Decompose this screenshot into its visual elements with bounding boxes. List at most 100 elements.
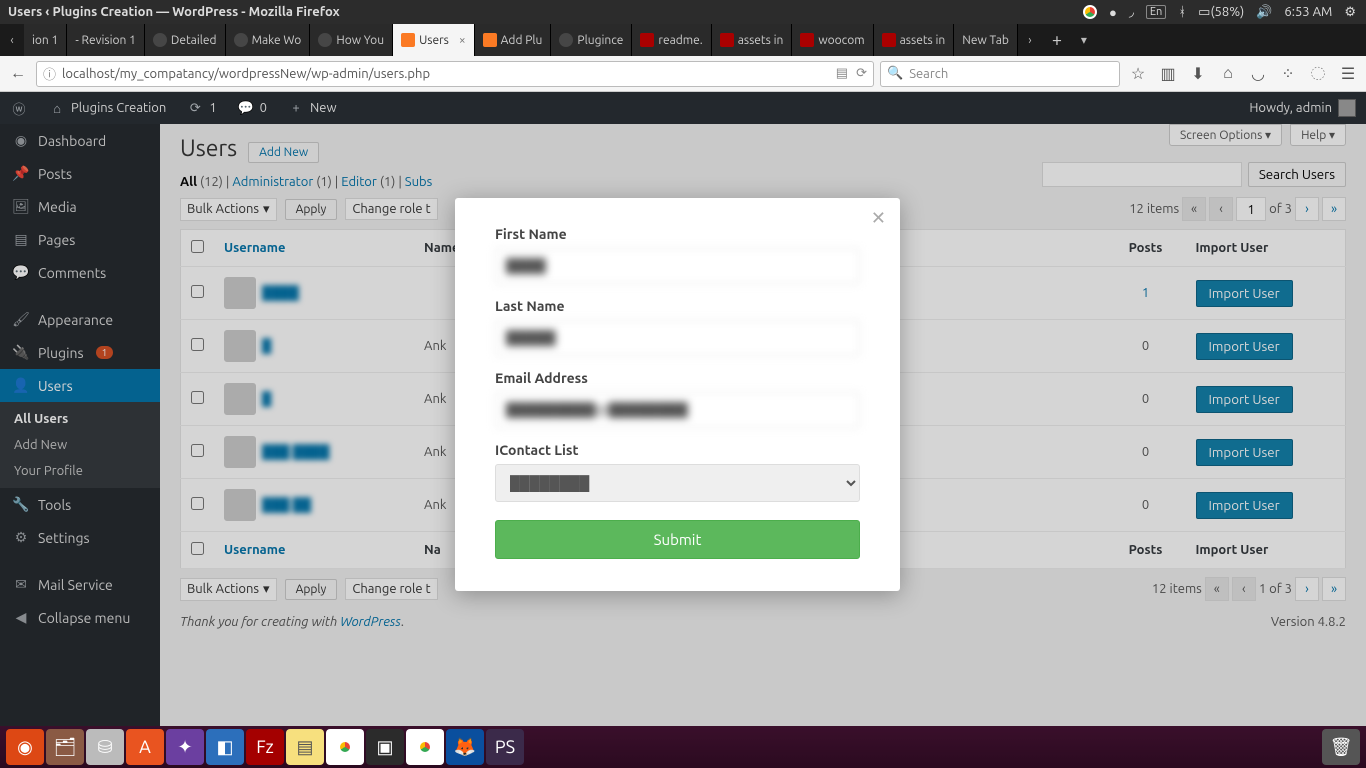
updates[interactable]: ⟳1 bbox=[176, 92, 226, 124]
import-user-button[interactable]: Import User bbox=[1196, 280, 1293, 307]
browser-tab-active[interactable]: Users× bbox=[393, 24, 475, 56]
browser-tab[interactable]: New Tab bbox=[954, 24, 1018, 56]
disk-icon[interactable]: ⛁ bbox=[86, 729, 124, 765]
firefox-icon[interactable]: 🦊 bbox=[446, 729, 484, 765]
dash-icon[interactable]: ◉ bbox=[6, 729, 44, 765]
sidebar-item-plugins[interactable]: 🔌Plugins1 bbox=[0, 336, 160, 369]
home-icon[interactable]: ⌂ bbox=[1216, 62, 1240, 86]
sidebar-collapse[interactable]: ◀Collapse menu bbox=[0, 601, 160, 634]
import-user-button[interactable]: Import User bbox=[1196, 492, 1293, 519]
row-checkbox[interactable] bbox=[191, 391, 204, 404]
browser-tab[interactable]: readme. bbox=[632, 24, 711, 56]
pocket-icon[interactable]: ◡ bbox=[1246, 62, 1270, 86]
sidebar-item-mail-service[interactable]: ✉Mail Service bbox=[0, 568, 160, 601]
import-user-button[interactable]: Import User bbox=[1196, 333, 1293, 360]
first-page-button[interactable]: « bbox=[1182, 197, 1206, 221]
icontact-list-select[interactable]: ████████ bbox=[495, 464, 860, 502]
sidebar-item-tools[interactable]: 🔧Tools bbox=[0, 488, 160, 521]
sidebar-item-pages[interactable]: ▤Pages bbox=[0, 223, 160, 256]
screen-options-button[interactable]: Screen Options ▾ bbox=[1169, 124, 1282, 146]
change-role-select[interactable]: Change role t bbox=[345, 198, 437, 220]
battery-icon[interactable]: ▭ (58%) bbox=[1198, 5, 1244, 20]
next-page-button[interactable]: › bbox=[1295, 197, 1319, 221]
col-posts[interactable]: Posts bbox=[1106, 230, 1186, 267]
addon-icon[interactable]: ◌ bbox=[1306, 62, 1330, 86]
site-name[interactable]: ⌂Plugins Creation bbox=[38, 92, 176, 124]
back-button[interactable]: ← bbox=[6, 62, 30, 86]
browser-tab[interactable]: ion 1 bbox=[24, 24, 67, 56]
gear-icon[interactable]: ⚙ bbox=[1344, 5, 1356, 20]
sidebar-item-dashboard[interactable]: ◉Dashboard bbox=[0, 124, 160, 157]
import-user-button[interactable]: Import User bbox=[1196, 386, 1293, 413]
search-users-button[interactable]: Search Users bbox=[1248, 162, 1346, 187]
select-all-checkbox[interactable] bbox=[191, 240, 204, 253]
tabs-dropdown[interactable]: ▾ bbox=[1072, 24, 1096, 56]
wp-logo[interactable]: ⓦ bbox=[0, 92, 38, 124]
chrome-icon[interactable] bbox=[1083, 5, 1097, 19]
browser-tab[interactable]: assets in bbox=[874, 24, 955, 56]
import-user-button[interactable]: Import User bbox=[1196, 439, 1293, 466]
page-number-input[interactable] bbox=[1236, 197, 1266, 221]
sidebar-item-appearance[interactable]: 🖌Appearance bbox=[0, 303, 160, 336]
search-bar[interactable]: 🔍 Search bbox=[880, 61, 1120, 87]
sidebar-subitem-all-users[interactable]: All Users bbox=[0, 406, 160, 432]
sidebar-item-posts[interactable]: 📌Posts bbox=[0, 157, 160, 190]
new-content[interactable]: +New bbox=[277, 92, 347, 124]
bluetooth-icon[interactable]: ᚼ bbox=[1178, 5, 1186, 19]
row-checkbox[interactable] bbox=[191, 497, 204, 510]
chrome-icon[interactable] bbox=[406, 729, 444, 765]
close-icon[interactable]: ✕ bbox=[871, 208, 886, 229]
browser-tab[interactable]: Detailed bbox=[145, 24, 226, 56]
comments-count[interactable]: 💬0 bbox=[227, 92, 277, 124]
reader-icon[interactable]: ▤ bbox=[836, 66, 848, 81]
address-bar[interactable]: ⓘ localhost/my_compatancy/wordpressNew/w… bbox=[36, 61, 874, 87]
filezilla-icon[interactable]: Fz bbox=[246, 729, 284, 765]
chat-icon[interactable]: ● bbox=[1109, 5, 1117, 20]
browser-tab[interactable]: Make Wo bbox=[226, 24, 311, 56]
sidebar-item-users[interactable]: 👤Users bbox=[0, 369, 160, 402]
change-role-select[interactable]: Change role t bbox=[345, 578, 437, 600]
trash-icon[interactable]: 🗑 bbox=[1322, 729, 1360, 765]
sidebar-subitem-profile[interactable]: Your Profile bbox=[0, 458, 160, 484]
bulk-actions-select[interactable]: Bulk Actions ▾ bbox=[180, 578, 277, 601]
terminal-icon[interactable]: ▣ bbox=[366, 729, 404, 765]
sidebar-item-media[interactable]: 🖼Media bbox=[0, 190, 160, 223]
first-name-input[interactable] bbox=[495, 248, 860, 284]
reload-icon[interactable]: ⟳ bbox=[856, 66, 867, 81]
sidebar-subitem-add-new[interactable]: Add New bbox=[0, 432, 160, 458]
addon-icon[interactable]: ⁘ bbox=[1276, 62, 1300, 86]
submit-button[interactable]: Submit bbox=[495, 520, 860, 559]
email-input[interactable] bbox=[495, 392, 860, 428]
last-page-button[interactable]: » bbox=[1322, 197, 1346, 221]
apply-button[interactable]: Apply bbox=[285, 579, 338, 600]
tab-scroll-left[interactable]: ‹ bbox=[0, 24, 24, 56]
col-username[interactable]: Username bbox=[224, 241, 285, 255]
bookmark-star-icon[interactable]: ☆ bbox=[1126, 62, 1150, 86]
volume-icon[interactable]: 🔊 bbox=[1256, 5, 1272, 20]
help-button[interactable]: Help ▾ bbox=[1290, 124, 1346, 146]
chrome-icon[interactable] bbox=[326, 729, 364, 765]
filter-subscriber[interactable]: Subs bbox=[405, 175, 432, 189]
sidebar-item-comments[interactable]: 💬Comments bbox=[0, 256, 160, 289]
apply-button[interactable]: Apply bbox=[285, 199, 338, 220]
bulk-actions-select[interactable]: Bulk Actions ▾ bbox=[180, 198, 277, 221]
hamburger-menu-icon[interactable]: ☰ bbox=[1336, 62, 1360, 86]
browser-tab[interactable]: assets in bbox=[712, 24, 793, 56]
wifi-icon[interactable]: ◞ bbox=[1129, 5, 1134, 20]
row-checkbox[interactable] bbox=[191, 338, 204, 351]
app-icon[interactable]: ✦ bbox=[166, 729, 204, 765]
app-icon[interactable]: ◧ bbox=[206, 729, 244, 765]
close-tab-icon[interactable]: × bbox=[459, 34, 466, 47]
search-users-input[interactable] bbox=[1042, 162, 1242, 187]
row-checkbox[interactable] bbox=[191, 285, 204, 298]
add-new-button[interactable]: Add New bbox=[248, 142, 319, 163]
keyboard-lang[interactable]: En bbox=[1146, 5, 1166, 19]
row-checkbox[interactable] bbox=[191, 444, 204, 457]
files-icon[interactable]: 🗂 bbox=[46, 729, 84, 765]
software-icon[interactable]: A bbox=[126, 729, 164, 765]
browser-tab[interactable]: woocom bbox=[792, 24, 873, 56]
notes-icon[interactable]: ▤ bbox=[286, 729, 324, 765]
select-all-checkbox[interactable] bbox=[191, 542, 204, 555]
browser-tab[interactable]: Plugince bbox=[551, 24, 632, 56]
browser-tab[interactable]: How You bbox=[310, 24, 393, 56]
